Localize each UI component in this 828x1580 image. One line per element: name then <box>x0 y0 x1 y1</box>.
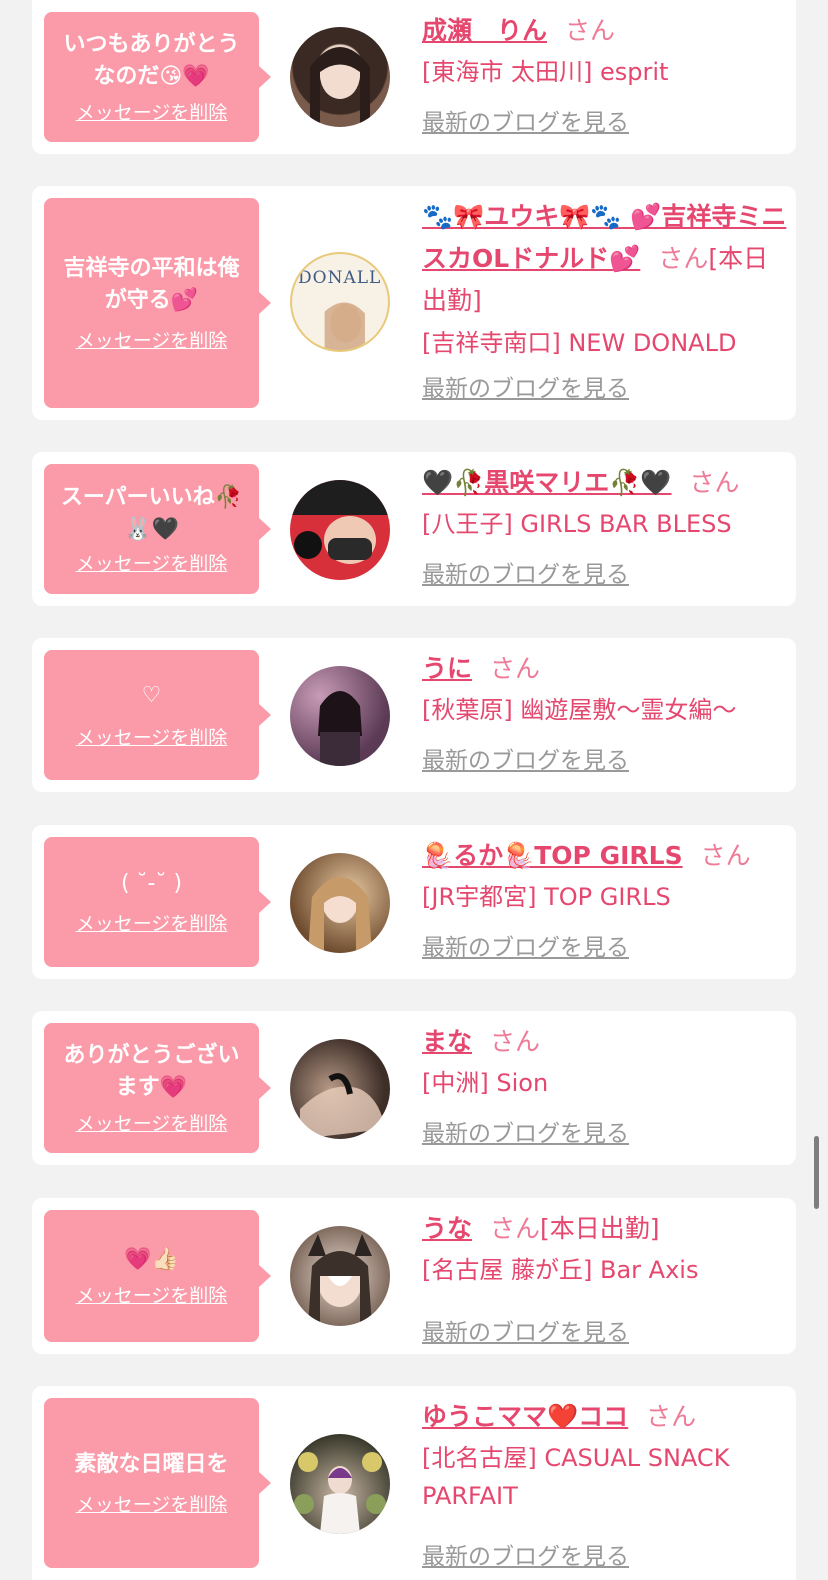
shop-info: [北名古屋] CASUAL SNACK PARFAIT <box>422 1444 730 1510</box>
avatar[interactable] <box>290 27 390 127</box>
user-name-link[interactable]: 🪼るか🪼TOP GIRLS <box>422 841 683 870</box>
shop-info: [中洲] Sion <box>422 1069 549 1097</box>
honorific: さん <box>490 1027 541 1056</box>
message-bubble: ♡ メッセージを削除 <box>44 650 271 780</box>
shop-info: [吉祥寺南口] NEW DONALD <box>422 329 737 357</box>
user-info: 成瀬 りん さん [東海市 太田川] esprit 最新のブログを見る <box>422 10 782 136</box>
user-info: 🪼るか🪼TOP GIRLS さん [JR宇都宮] TOP GIRLS 最新のブログ… <box>422 835 782 961</box>
user-name-link[interactable]: 🖤🥀黒咲マリエ🥀🖤 <box>422 468 672 497</box>
user-info: まな さん [中洲] Sion 最新のブログを見る <box>422 1021 782 1147</box>
message-text: 素敵な日曜日を <box>74 1452 229 1477</box>
avatar[interactable]: DONALL <box>290 252 390 352</box>
avatar-caption: DONALL <box>298 268 382 288</box>
honorific: さん <box>490 654 541 683</box>
view-blog-link[interactable]: 最新のブログを見る <box>422 1119 629 1149</box>
status-note: [本日出勤] <box>540 1214 660 1243</box>
honorific: さん <box>490 1214 541 1243</box>
message-text: 吉祥寺の平和は俺が守る💕 <box>63 256 240 313</box>
message-bubble: 吉祥寺の平和は俺が守る💕 メッセージを削除 <box>44 198 271 408</box>
list-item: ありがとうございます💗 メッセージを削除 まな さん [中洲] Sion 最新のブ… <box>32 1011 796 1165</box>
list-item: 素敵な日曜日を メッセージを削除 ゆうこママ❤️ココ さん [北名古屋] CASU… <box>32 1386 796 1580</box>
user-name-link[interactable]: 成瀬 りん <box>422 16 547 45</box>
user-photo-icon <box>290 480 390 564</box>
delete-message-link[interactable]: メッセージを削除 <box>76 726 228 750</box>
user-photo-icon <box>308 1234 372 1326</box>
message-text: スーパーいいね🥀🐰🖤 <box>60 485 243 542</box>
user-photo-icon <box>324 302 365 350</box>
list-item: いつもありがとうなのだ😘💗 メッセージを削除 成瀬 りん さん [東海市 太田川]… <box>32 0 796 154</box>
honorific: さん <box>646 1402 697 1431</box>
honorific: さん <box>658 244 709 273</box>
user-photo-icon <box>310 47 370 127</box>
shop-info: [秋葉原] 幽遊屋敷～霊女編～ <box>422 696 737 724</box>
delete-message-link[interactable]: メッセージを削除 <box>76 1493 228 1517</box>
shop-info: [東海市 太田川] esprit <box>422 58 669 86</box>
user-info: ゆうこママ❤️ココ さん [北名古屋] CASUAL SNACK PARFAIT … <box>422 1396 782 1570</box>
view-blog-link[interactable]: 最新のブログを見る <box>422 933 629 963</box>
avatar[interactable] <box>290 1226 390 1326</box>
user-name-link[interactable]: ゆうこママ❤️ココ <box>422 1402 628 1431</box>
delete-message-link[interactable]: メッセージを削除 <box>76 1112 228 1136</box>
delete-message-link[interactable]: メッセージを削除 <box>76 329 228 353</box>
user-photo-icon <box>318 691 362 766</box>
message-bubble: ( ˘-˘ ) メッセージを削除 <box>44 837 271 967</box>
user-photo-icon <box>308 877 372 953</box>
list-item: ( ˘-˘ ) メッセージを削除 🪼るか🪼TOP GIRLS さん [JR宇都宮]… <box>32 825 796 979</box>
avatar[interactable] <box>290 1039 390 1139</box>
message-bubble: 素敵な日曜日を メッセージを削除 <box>44 1398 271 1568</box>
scrollbar[interactable] <box>814 1136 819 1209</box>
delete-message-link[interactable]: メッセージを削除 <box>76 912 228 936</box>
delete-message-link[interactable]: メッセージを削除 <box>76 552 228 576</box>
view-blog-link[interactable]: 最新のブログを見る <box>422 1542 629 1572</box>
list-item: 吉祥寺の平和は俺が守る💕 メッセージを削除 DONALL 🐾🎀ユウキ🎀🐾 💕吉祥… <box>32 186 796 420</box>
shop-info: [JR宇都宮] TOP GIRLS <box>422 883 671 911</box>
user-info: うな さん[本日出勤] [名古屋 藤が丘] Bar Axis 最新のブログを見る <box>422 1208 782 1346</box>
avatar[interactable] <box>290 480 390 580</box>
user-photo-icon <box>294 1452 386 1534</box>
user-info: 🖤🥀黒咲マリエ🥀🖤 さん [八王子] GIRLS BAR BLESS 最新のブログ… <box>422 462 782 588</box>
honorific: さん <box>565 16 616 45</box>
list-item: 💗👍🏻 メッセージを削除 うな さん[本日出勤] [名古屋 藤が丘] Bar Ax… <box>32 1198 796 1354</box>
view-blog-link[interactable]: 最新のブログを見る <box>422 1318 629 1348</box>
message-text: いつもありがとうなのだ😘💗 <box>63 32 240 89</box>
user-name-link[interactable]: うな <box>422 1214 472 1243</box>
message-bubble: 💗👍🏻 メッセージを削除 <box>44 1210 271 1342</box>
honorific: さん <box>700 841 751 870</box>
shop-info: [八王子] GIRLS BAR BLESS <box>422 510 732 538</box>
user-info: うに さん [秋葉原] 幽遊屋敷～霊女編～ 最新のブログを見る <box>422 648 782 774</box>
avatar[interactable] <box>290 666 390 766</box>
message-text: ありがとうございます💗 <box>63 1043 240 1100</box>
view-blog-link[interactable]: 最新のブログを見る <box>422 374 629 404</box>
honorific: さん <box>689 468 740 497</box>
user-name-link[interactable]: まな <box>422 1027 472 1056</box>
view-blog-link[interactable]: 最新のブログを見る <box>422 746 629 776</box>
message-bubble: いつもありがとうなのだ😘💗 メッセージを削除 <box>44 12 271 142</box>
user-info: 🐾🎀ユウキ🎀🐾 💕吉祥寺ミニスカOLドナルド💕 さん[本日出勤] [吉祥寺南口] … <box>422 196 787 402</box>
view-blog-link[interactable]: 最新のブログを見る <box>422 560 629 590</box>
delete-message-link[interactable]: メッセージを削除 <box>76 101 228 125</box>
message-text: 💗👍🏻 <box>124 1247 179 1272</box>
shop-info: [名古屋 藤が丘] Bar Axis <box>422 1256 699 1284</box>
user-photo-icon <box>300 1073 385 1139</box>
list-item: ♡ メッセージを削除 うに さん [秋葉原] 幽遊屋敷～霊女編～ 最新のブログを見… <box>32 638 796 792</box>
message-bubble: ありがとうございます💗 メッセージを削除 <box>44 1023 271 1153</box>
message-text: ( ˘-˘ ) <box>120 871 183 896</box>
delete-message-link[interactable]: メッセージを削除 <box>76 1284 228 1308</box>
message-text: ♡ <box>141 683 162 708</box>
user-name-link[interactable]: うに <box>422 654 472 683</box>
list-item: スーパーいいね🥀🐰🖤 メッセージを削除 🖤🥀黒咲マリエ🥀🖤 さん [八王子] GI… <box>32 452 796 606</box>
avatar[interactable] <box>290 1434 390 1534</box>
message-bubble: スーパーいいね🥀🐰🖤 メッセージを削除 <box>44 464 271 594</box>
view-blog-link[interactable]: 最新のブログを見る <box>422 108 629 138</box>
avatar[interactable] <box>290 853 390 953</box>
